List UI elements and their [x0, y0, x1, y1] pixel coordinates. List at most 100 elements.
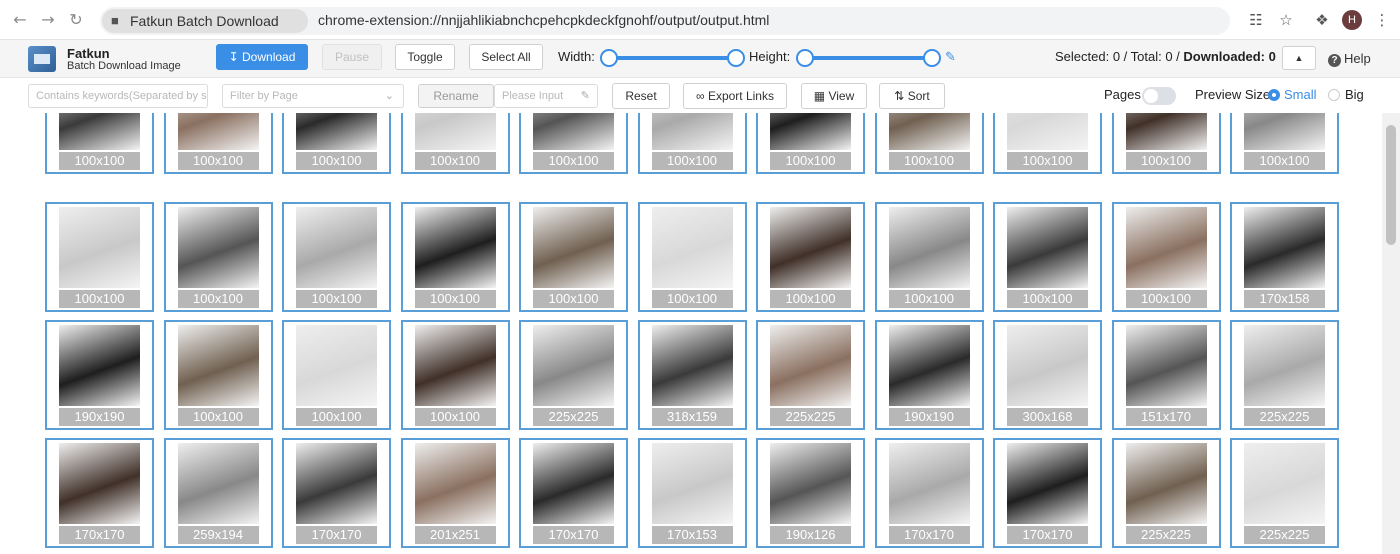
image-tile[interactable]: 100x100: [163, 113, 273, 174]
width-slider[interactable]: [608, 56, 738, 60]
width-slider-min-handle[interactable]: [600, 49, 618, 67]
image-tile[interactable]: 225x225: [756, 320, 865, 430]
scrollbar-thumb[interactable]: [1386, 125, 1396, 245]
image-tile[interactable]: 201x251: [400, 438, 510, 548]
image-tile[interactable]: 225x225: [1230, 438, 1339, 548]
image-dimensions: 100x100: [1244, 152, 1325, 170]
image-tile[interactable]: 170x170: [993, 438, 1102, 548]
image-tile[interactable]: 100x100: [45, 113, 154, 174]
image-tile[interactable]: 170x158: [1230, 202, 1339, 312]
image-tile[interactable]: 170x170: [874, 438, 984, 548]
height-slider-max-handle[interactable]: [923, 49, 941, 67]
image-tile[interactable]: 100x100: [1111, 113, 1221, 174]
image-tile[interactable]: 100x100: [282, 113, 391, 174]
image-tile[interactable]: 100x100: [519, 202, 628, 312]
image-tile[interactable]: 100x100: [400, 113, 510, 174]
image-tile[interactable]: 225x225: [1111, 438, 1221, 548]
image-tile[interactable]: 100x100: [400, 320, 510, 430]
download-button[interactable]: ↧ Download: [216, 44, 308, 70]
image-tile[interactable]: 318x159: [637, 320, 747, 430]
image-tile[interactable]: 100x100: [874, 113, 984, 174]
collapse-button[interactable]: ▲: [1282, 46, 1316, 70]
image-tile[interactable]: 225x225: [1230, 320, 1339, 430]
image-thumbnail: [296, 207, 377, 288]
image-tile[interactable]: 100x100: [163, 202, 273, 312]
image-tile[interactable]: 100x100: [1111, 202, 1221, 312]
image-thumbnail: [651, 207, 733, 288]
image-dimensions: 100x100: [533, 152, 614, 170]
reset-button[interactable]: Reset: [612, 83, 670, 109]
image-tile[interactable]: 100x100: [282, 320, 391, 430]
image-tile[interactable]: 100x100: [756, 113, 865, 174]
image-tile[interactable]: 100x100: [282, 202, 391, 312]
forward-icon[interactable]: →: [38, 10, 58, 30]
image-tile[interactable]: 170x170: [282, 438, 391, 548]
image-tile[interactable]: 100x100: [45, 202, 154, 312]
image-tile[interactable]: 100x100: [519, 113, 628, 174]
sort-button[interactable]: ⇅ Sort: [879, 83, 945, 109]
image-thumbnail: [888, 113, 970, 150]
extensions-icon[interactable]: ❖: [1312, 10, 1332, 30]
image-tile[interactable]: 100x100: [993, 113, 1102, 174]
image-dimensions: 100x100: [296, 290, 377, 308]
keywords-input[interactable]: Contains keywords(Separated by space): [28, 84, 208, 108]
image-dimensions: 300x168: [1007, 408, 1088, 426]
pause-button[interactable]: Pause: [322, 44, 382, 70]
menu-icon[interactable]: ⋮: [1372, 10, 1392, 30]
select-all-button[interactable]: Select All: [469, 44, 543, 70]
back-icon[interactable]: ←: [10, 10, 30, 30]
image-tile[interactable]: 259x194: [163, 438, 273, 548]
image-thumbnail: [770, 443, 851, 524]
image-tile[interactable]: 100x100: [637, 202, 747, 312]
star-icon[interactable]: ☆: [1276, 10, 1296, 30]
big-label[interactable]: Big: [1345, 87, 1364, 102]
small-label[interactable]: Small: [1284, 87, 1317, 102]
image-dimensions: 100x100: [414, 290, 496, 308]
image-tile[interactable]: 170x153: [637, 438, 747, 548]
image-tile[interactable]: 100x100: [993, 202, 1102, 312]
toggle-button[interactable]: Toggle: [395, 44, 455, 70]
image-tile[interactable]: 100x100: [400, 202, 510, 312]
image-dimensions: 100x100: [177, 290, 259, 308]
image-tile[interactable]: 170x170: [45, 438, 154, 548]
address-bar[interactable]: ■ Fatkun Batch Download Image chrome-ext…: [100, 7, 1230, 53]
translate-icon[interactable]: ☷: [1246, 10, 1266, 30]
height-slider-min-handle[interactable]: [796, 49, 814, 67]
big-radio[interactable]: [1328, 89, 1340, 101]
image-tile[interactable]: 151x170: [1111, 320, 1221, 430]
edit-icon[interactable]: ✎: [945, 50, 956, 65]
height-slider[interactable]: [804, 56, 934, 60]
help-link[interactable]: ? Help: [1328, 51, 1371, 67]
image-tile[interactable]: 100x100: [163, 320, 273, 430]
url-text[interactable]: chrome-extension://nnjjahlikiabnchcpehcp…: [318, 12, 769, 28]
image-thumbnail: [59, 207, 140, 288]
export-links-button[interactable]: ∞ Export Links: [683, 83, 787, 109]
image-tile[interactable]: 100x100: [1230, 113, 1339, 174]
scrollbar[interactable]: [1382, 113, 1400, 554]
pages-toggle[interactable]: [1142, 87, 1176, 105]
rename-button[interactable]: Rename: [418, 84, 494, 108]
image-tile[interactable]: 190x190: [874, 320, 984, 430]
view-button[interactable]: ▦ View: [801, 83, 867, 109]
filter-toolbar: Contains keywords(Separated by space) Fi…: [0, 79, 1400, 113]
page-filter-select[interactable]: Filter by Page ⌄: [222, 84, 404, 108]
small-radio[interactable]: [1268, 89, 1280, 101]
image-thumbnail: [177, 207, 259, 288]
image-tile[interactable]: 170x170: [519, 438, 628, 548]
rename-input[interactable]: Please Input ✎: [494, 84, 598, 108]
width-label: Width:: [558, 49, 595, 64]
image-tile[interactable]: 100x100: [637, 113, 747, 174]
extension-chip[interactable]: ■ Fatkun Batch Download Image: [102, 9, 308, 53]
width-slider-max-handle[interactable]: [727, 49, 745, 67]
chevron-down-icon: ⌄: [384, 90, 394, 102]
image-tile[interactable]: 190x126: [756, 438, 865, 548]
image-dimensions: 190x190: [888, 408, 970, 426]
reload-icon[interactable]: ↻: [66, 10, 86, 30]
avatar[interactable]: H: [1342, 10, 1362, 30]
image-tile[interactable]: 100x100: [756, 202, 865, 312]
image-tile[interactable]: 300x168: [993, 320, 1102, 430]
image-tile[interactable]: 100x100: [874, 202, 984, 312]
image-dimensions: 100x100: [177, 152, 259, 170]
image-tile[interactable]: 190x190: [45, 320, 154, 430]
image-tile[interactable]: 225x225: [519, 320, 628, 430]
